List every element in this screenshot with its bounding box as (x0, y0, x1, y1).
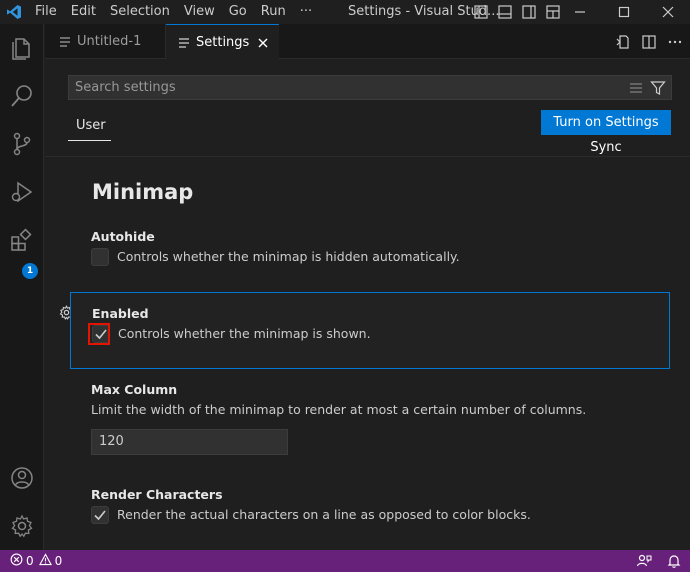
menu-view[interactable]: View (177, 0, 222, 24)
setting-render-characters: Render Characters Render the actual char… (70, 483, 670, 543)
minimize-icon[interactable] (558, 0, 602, 24)
tab-untitled-1[interactable]: Untitled-1 (45, 24, 166, 59)
close-window-icon[interactable] (646, 0, 690, 24)
settings-editor: User Turn on Settings Sync Minimap Autoh… (45, 60, 690, 550)
setting-description: Controls whether the minimap is hidden a… (117, 249, 460, 264)
file-lines-icon (59, 36, 71, 48)
setting-title: Autohide (91, 229, 155, 244)
search-icon[interactable] (0, 74, 44, 118)
setting-enabled: Enabled Controls whether the minimap is … (70, 292, 670, 369)
maximize-icon[interactable] (602, 0, 646, 24)
menu-edit[interactable]: Edit (64, 0, 103, 24)
error-count: 0 (26, 554, 34, 568)
annotation-highlight-box (88, 323, 110, 345)
open-settings-json-icon[interactable] (614, 33, 632, 51)
status-bar: 0 0 (0, 550, 690, 572)
setting-title: Enabled (92, 306, 149, 321)
explorer-icon[interactable] (0, 26, 44, 70)
checkmark-icon (94, 510, 106, 521)
more-actions-icon[interactable] (666, 33, 684, 51)
extensions-badge: 1 (22, 263, 38, 279)
error-icon (10, 553, 23, 569)
activity-bar: 1 (0, 24, 44, 550)
setting-autohide: Autohide Controls whether the minimap is… (70, 225, 670, 285)
split-editor-icon[interactable] (640, 33, 658, 51)
extensions-icon[interactable] (0, 218, 44, 262)
setting-description: Controls whether the minimap is shown. (118, 326, 371, 341)
toggle-panel-icon[interactable] (496, 3, 514, 21)
menu-go[interactable]: Go (222, 0, 254, 24)
warning-icon (38, 553, 52, 569)
problems-status[interactable]: 0 0 (0, 553, 62, 569)
live-share-feedback-icon[interactable] (636, 553, 652, 569)
setting-title: Max Column (91, 382, 178, 397)
title-bar: File Edit Selection View Go Run ··· Sett… (0, 0, 690, 24)
menu-more[interactable]: ··· (293, 0, 319, 24)
max-column-input[interactable]: 120 (91, 429, 288, 455)
filter-icon[interactable] (649, 79, 667, 97)
tab-settings[interactable]: Settings (166, 24, 279, 60)
close-icon[interactable] (255, 35, 271, 51)
menu-selection[interactable]: Selection (103, 0, 177, 24)
search-settings-input[interactable] (69, 76, 629, 99)
turn-on-settings-sync-button[interactable]: Turn on Settings Sync (541, 110, 671, 155)
run-debug-icon[interactable] (0, 170, 44, 214)
section-title: Minimap (92, 180, 194, 204)
menu-bar: File Edit Selection View Go Run ··· (28, 0, 319, 24)
header-divider (45, 156, 690, 157)
tab-bar: Untitled-1 Settings (45, 24, 690, 60)
warning-count: 0 (54, 554, 63, 568)
render-characters-checkbox[interactable] (91, 506, 109, 524)
settings-search-box (68, 75, 672, 100)
setting-description: Limit the width of the minimap to render… (91, 402, 587, 417)
clear-filter-icon[interactable] (627, 79, 645, 97)
file-lines-icon (178, 37, 190, 49)
setting-description: Render the actual characters on a line a… (117, 507, 531, 522)
toggle-secondary-sidebar-icon[interactable] (520, 3, 538, 21)
menu-file[interactable]: File (28, 0, 64, 24)
vscode-logo-icon (0, 0, 28, 24)
manage-gear-icon[interactable] (0, 504, 44, 548)
menu-run[interactable]: Run (254, 0, 293, 24)
setting-title: Render Characters (91, 487, 223, 502)
tab-user-scope[interactable]: User (68, 110, 111, 141)
tab-label: Untitled-1 (77, 34, 142, 49)
tab-label: Settings (196, 35, 250, 50)
notifications-bell-icon[interactable] (666, 553, 682, 569)
autohide-checkbox[interactable] (91, 248, 109, 266)
source-control-icon[interactable] (0, 122, 44, 166)
toggle-primary-sidebar-icon[interactable] (472, 3, 490, 21)
account-icon[interactable] (0, 456, 44, 500)
